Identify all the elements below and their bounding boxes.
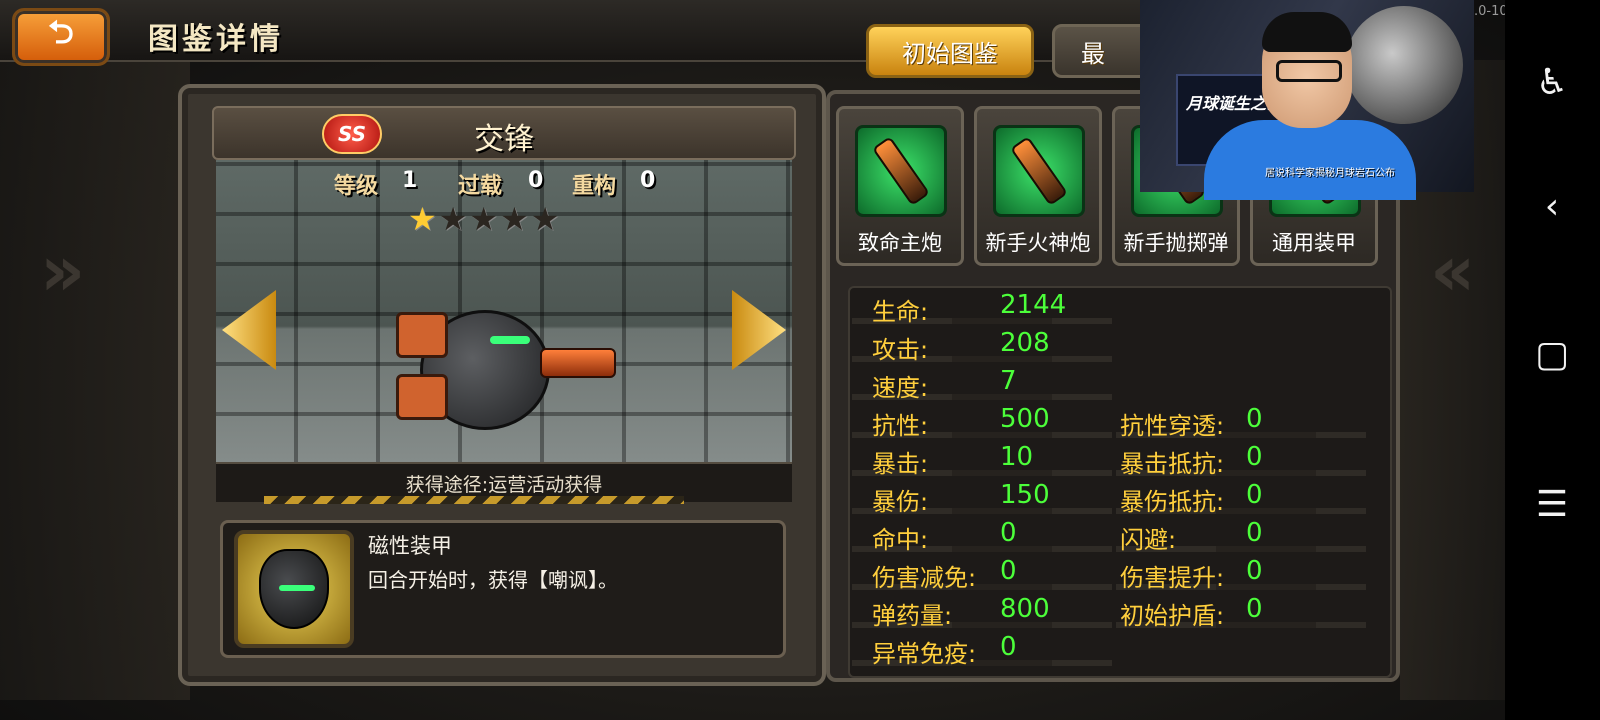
attr-value: 0: [1246, 518, 1263, 548]
gatling-icon: [993, 125, 1085, 217]
attr-value: 0: [1246, 404, 1263, 434]
attr-value: 7: [1000, 366, 1017, 396]
tab-final-codex[interactable]: 最: [1052, 24, 1152, 78]
attr-value: 800: [1000, 594, 1050, 624]
attr-label: 暴击抵抗:: [1120, 450, 1225, 478]
tab-initial-codex[interactable]: 初始图鉴: [866, 24, 1034, 78]
equipment-label: 新手抛掷弹: [1123, 231, 1229, 255]
attr-value: 0: [1246, 594, 1263, 624]
page-title: 图鉴详情: [148, 22, 284, 57]
star-icon: ★: [469, 200, 501, 238]
attr-label: 伤害减免:: [872, 564, 977, 592]
attr-label: 暴伤:: [872, 488, 929, 516]
attr-label: 伤害提升:: [1120, 564, 1225, 592]
background-left-panel: [0, 60, 190, 700]
attr-label: 速度:: [872, 374, 929, 402]
attr-label: 暴伤抵抗:: [1120, 488, 1225, 516]
level-value: 1: [402, 168, 418, 193]
equipment-slot-1[interactable]: 致命主炮: [836, 106, 964, 266]
star-icon: ★: [438, 200, 470, 238]
attr-value: 150: [1000, 480, 1050, 510]
equipment-label: 通用装甲: [1272, 231, 1356, 255]
attr-value: 10: [1000, 442, 1034, 472]
equipment-label: 致命主炮: [858, 231, 942, 255]
attr-value: 0: [1246, 556, 1263, 586]
attr-value: 2144: [1000, 290, 1067, 320]
attr-value: 0: [1000, 518, 1017, 548]
u-turn-arrow-icon: ⮌: [48, 13, 74, 51]
attr-label: 闪避:: [1120, 526, 1177, 554]
back-button[interactable]: ⮌: [12, 8, 110, 66]
equipment-slot-2[interactable]: 新手火神炮: [974, 106, 1102, 266]
equipment-label: 新手火神炮: [985, 231, 1091, 255]
overload-value: 0: [528, 168, 544, 193]
attr-label: 生命:: [872, 298, 929, 326]
presenter-glasses: [1276, 60, 1342, 82]
skill-name: 磁性装甲: [368, 534, 452, 558]
attr-value: 0: [1000, 556, 1017, 586]
attr-value: 500: [1000, 404, 1050, 434]
accessibility-icon[interactable]: ♿: [1522, 62, 1582, 103]
attr-label: 异常免疫:: [872, 640, 977, 668]
presenter-hair: [1262, 12, 1352, 52]
rebuild-label: 重构: [572, 174, 617, 199]
attr-label: 抗性:: [872, 412, 929, 440]
attr-label: 攻击:: [872, 336, 929, 364]
hero-name: 交锋: [474, 122, 534, 157]
tank-pod: [396, 312, 448, 358]
tank-pod: [396, 374, 448, 420]
tab-label: 初始图鉴: [902, 39, 998, 68]
attr-value: 0: [1246, 480, 1263, 510]
rebuild-value: 0: [640, 168, 656, 193]
attr-label: 初始护盾:: [1120, 602, 1225, 630]
skill-description: 回合开始时，获得【嘲讽】。: [368, 568, 618, 592]
moon-image: [1345, 6, 1463, 124]
presenter-shirt: [1204, 120, 1416, 200]
tab-label: 最: [1081, 39, 1105, 68]
rank-badge: SS: [322, 114, 382, 154]
level-label: 等级: [334, 174, 379, 199]
star-icon: ★: [530, 200, 562, 238]
recents-square-icon[interactable]: ▢: [1522, 334, 1582, 375]
back-triangle-icon[interactable]: ‹: [1522, 186, 1582, 227]
star-icon: ★: [500, 200, 531, 238]
tank-light: [490, 336, 530, 344]
attr-value: 0: [1246, 442, 1263, 472]
acquisition-source-text: 获得途径:运营活动获得: [405, 473, 603, 496]
attr-value: 208: [1000, 328, 1050, 358]
game-screen: » « ⮌ 图鉴详情 初始图鉴 最 交锋 SS 等级 1 过载 0 重构 0 ★…: [0, 0, 1600, 720]
background-chevron-icon: «: [1430, 230, 1476, 312]
attr-label: 命中:: [872, 526, 929, 554]
star-icon: ★: [408, 200, 439, 238]
cannon-icon: [855, 125, 947, 217]
overload-label: 过载: [458, 174, 503, 199]
attr-label: 弹药量:: [872, 602, 953, 630]
menu-icon[interactable]: ☰: [1522, 484, 1582, 525]
background-chevron-icon: »: [40, 230, 86, 312]
tank-cannon: [540, 348, 616, 378]
webcam-caption: 居说科学家揭秘月球岩石公布: [1265, 168, 1395, 179]
star-rating: ★★★★★: [408, 200, 561, 238]
attr-value: 0: [1000, 632, 1017, 662]
attr-label: 抗性穿透:: [1120, 412, 1225, 440]
attr-label: 暴击:: [872, 450, 929, 478]
skill-armor-icon[interactable]: [234, 530, 354, 648]
hazard-stripe: [264, 496, 684, 504]
